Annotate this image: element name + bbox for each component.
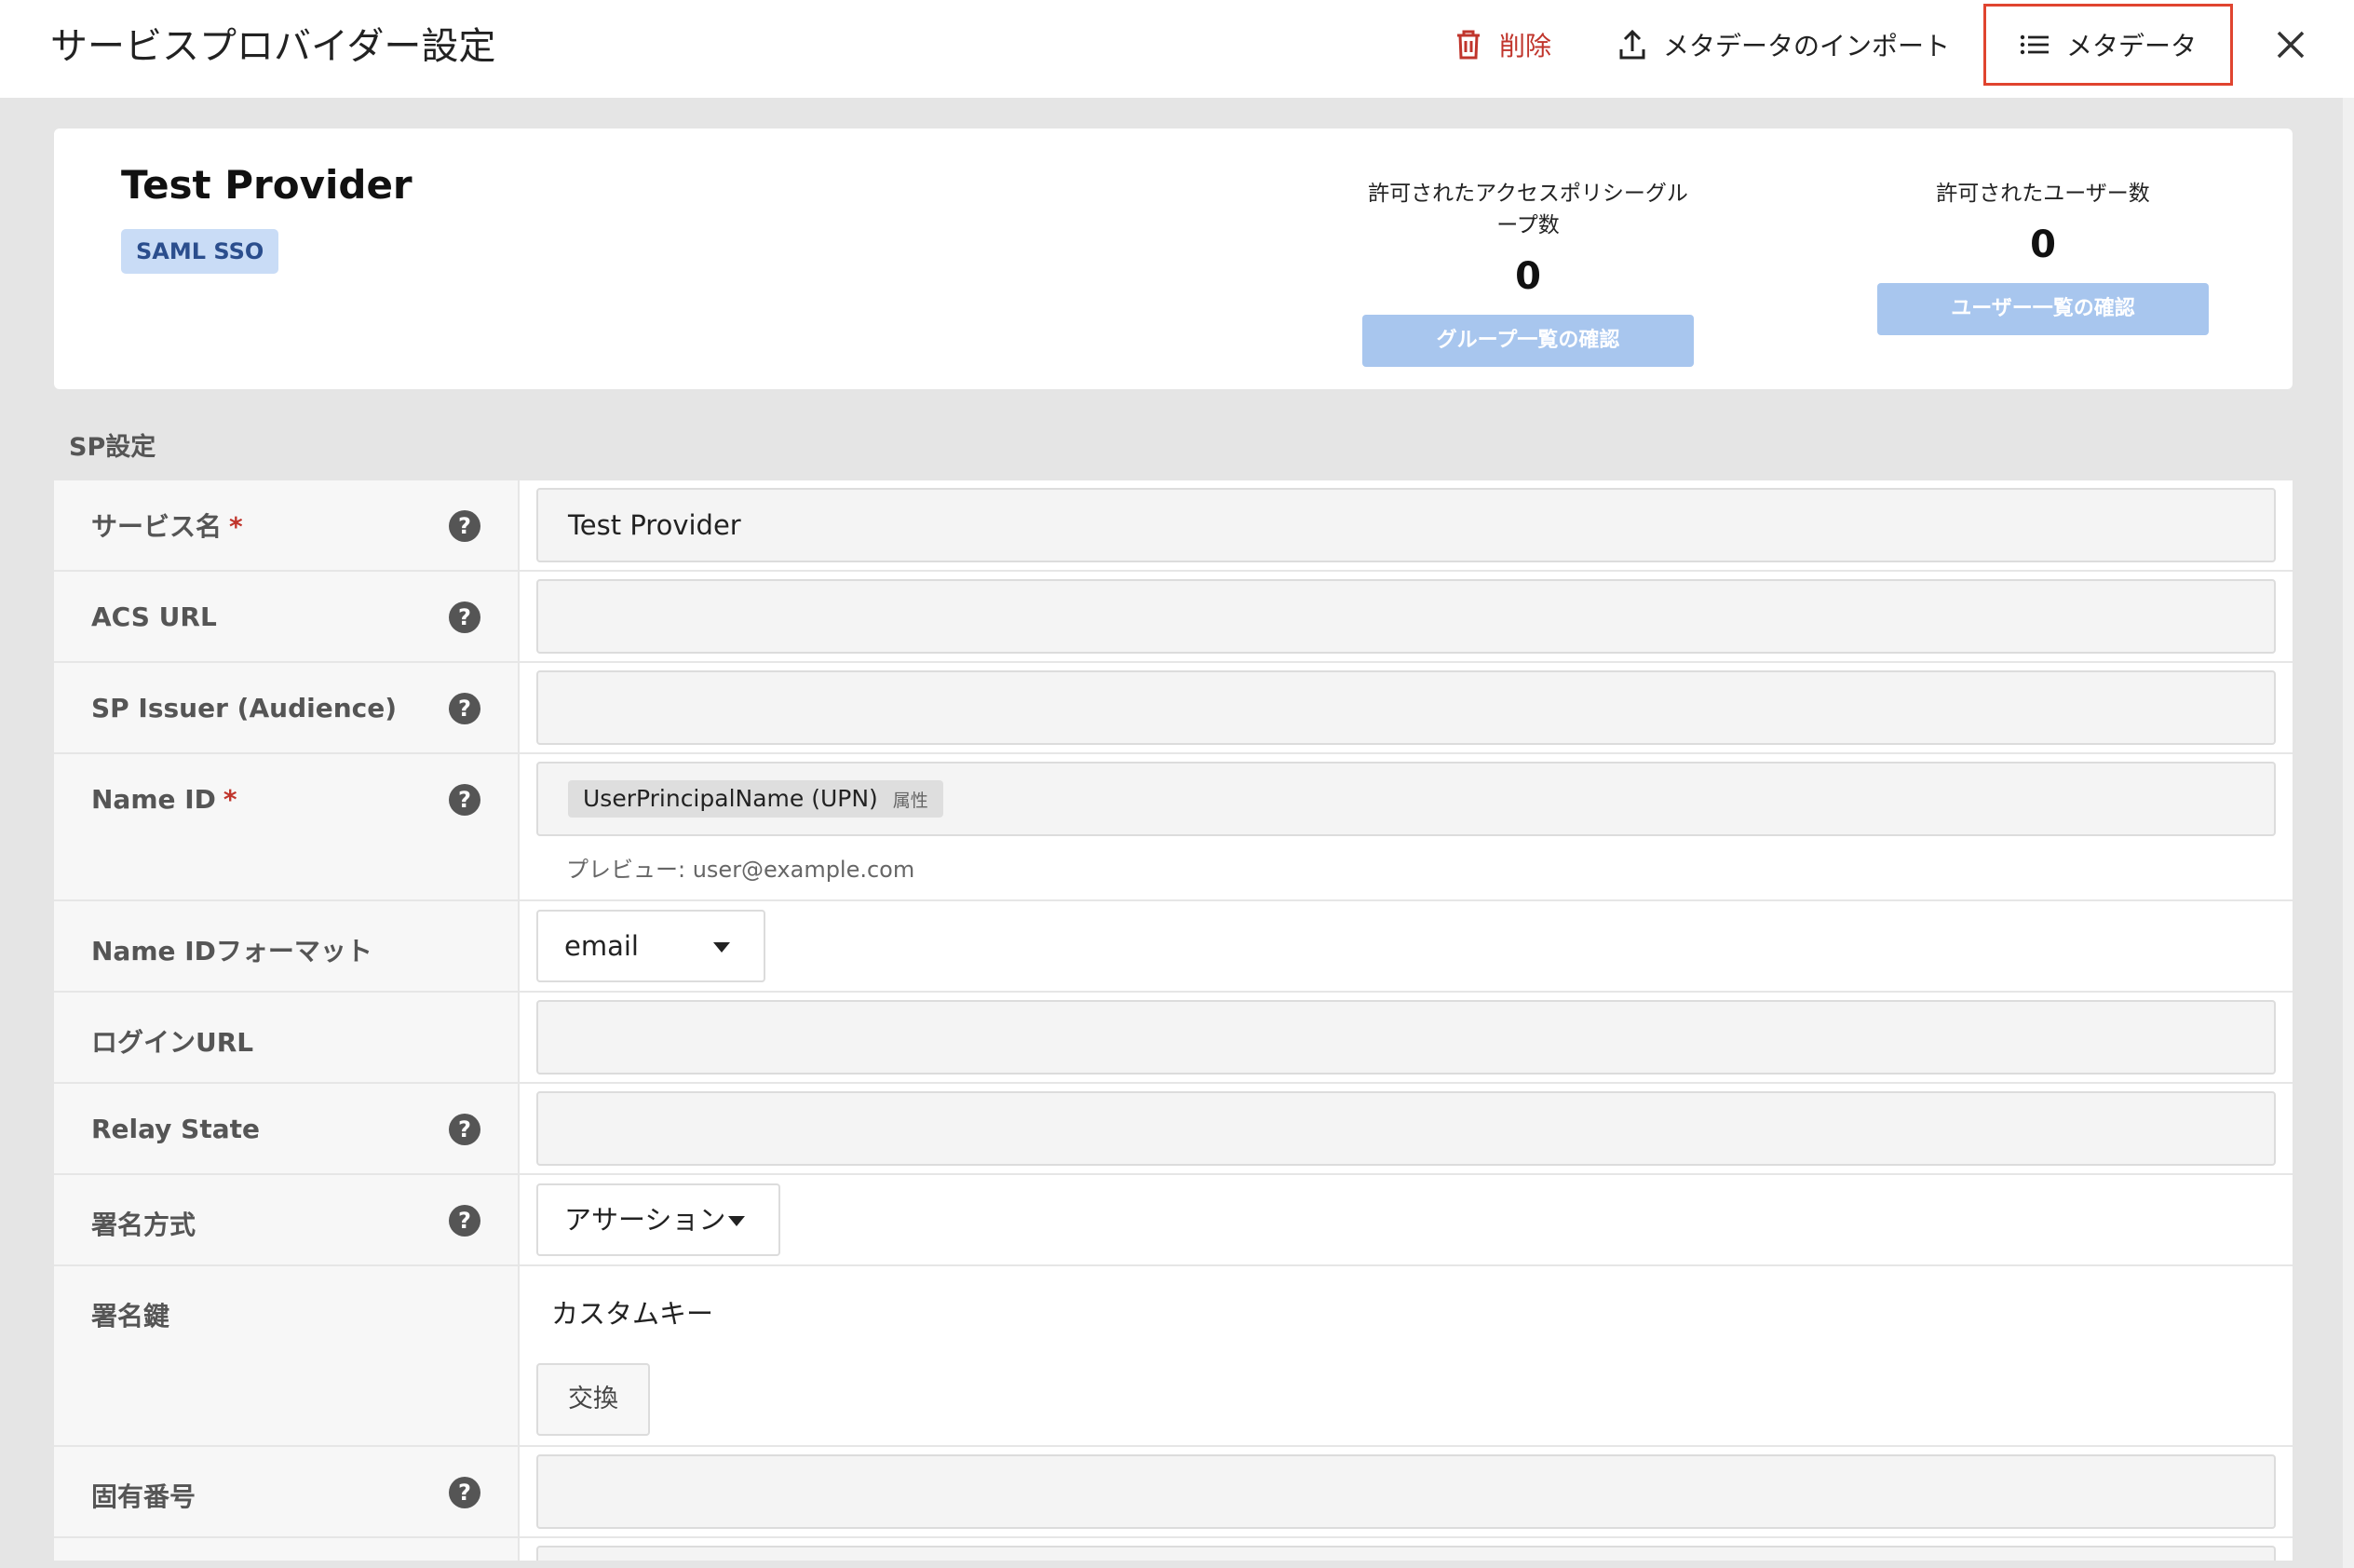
name-id-preview: プレビュー: user@example.com: [566, 857, 915, 883]
help-icon[interactable]: ?: [449, 1114, 480, 1145]
users-stat: 許可されたユーザー数 0 ユーザー一覧の確認: [1877, 175, 2209, 335]
users-stat-label: 許可されたユーザー数: [1936, 182, 2150, 206]
sp-settings-form: サービス名 * ? Test Provider ACS URL ? SP Issu…: [54, 480, 2293, 1561]
row-name-id: Name ID * ? UserPrincipalName (UPN) 属性 プレビ…: [54, 754, 2293, 901]
name-id-format-label: Name IDフォーマット: [91, 936, 372, 966]
groups-stat-value: 0: [1515, 255, 1541, 298]
signing-key-label: 署名鍵: [91, 1301, 170, 1331]
help-icon[interactable]: ?: [449, 1205, 480, 1237]
signing-key-value: カスタムキー: [551, 1298, 714, 1330]
caret-down-icon: [713, 942, 730, 953]
users-stat-value: 0: [2030, 223, 2056, 266]
unique-number-label: 固有番号: [91, 1481, 196, 1512]
service-name-label: サービス名 *: [91, 511, 243, 542]
help-icon[interactable]: ?: [449, 602, 480, 633]
view-users-button[interactable]: ユーザー一覧の確認: [1877, 283, 2209, 335]
provider-title: Test Provider: [121, 162, 413, 208]
row-sp-issuer: SP Issuer (Audience) ?: [54, 663, 2293, 754]
view-groups-button[interactable]: グループ一覧の確認: [1362, 315, 1694, 367]
row-signing-key: 署名鍵 カスタムキー 交換: [54, 1266, 2293, 1447]
close-button[interactable]: [2268, 22, 2313, 67]
sp-issuer-input[interactable]: [536, 670, 2276, 745]
trash-icon: [1457, 30, 1480, 60]
row-acs-url: ACS URL ?: [54, 572, 2293, 663]
attribute-chip[interactable]: UserPrincipalName (UPN) 属性: [568, 780, 943, 818]
list-icon: [2020, 34, 2049, 55]
import-label: メタデータのインポート: [1663, 31, 1951, 61]
relay-state-label: Relay State: [91, 1114, 261, 1144]
groups-stat: 許可されたアクセスポリシーグループ数 0 グループ一覧の確認: [1362, 175, 1694, 367]
row-signature-method: 署名方式 ? アサーション: [54, 1175, 2293, 1266]
row-relay-state: Relay State ?: [54, 1084, 2293, 1175]
relay-state-input[interactable]: [536, 1091, 2276, 1166]
swap-key-button[interactable]: 交換: [536, 1363, 650, 1436]
row-login-url: ログインURL: [54, 993, 2293, 1084]
name-id-label: Name ID *: [91, 784, 237, 815]
name-id-input[interactable]: UserPrincipalName (UPN) 属性: [536, 762, 2276, 836]
signature-method-label: 署名方式: [91, 1210, 196, 1240]
unique-number-input[interactable]: [536, 1454, 2276, 1529]
row-next-partial: [54, 1538, 2293, 1561]
help-icon[interactable]: ?: [449, 693, 480, 724]
acs-url-label: ACS URL: [91, 602, 217, 632]
upload-icon: [1619, 29, 1645, 60]
summary-card: Test Provider SAML SSO 許可されたアクセスポリシーグループ…: [54, 128, 2293, 389]
protocol-badge: SAML SSO: [121, 229, 279, 274]
login-url-input[interactable]: [536, 1000, 2276, 1075]
help-icon[interactable]: ?: [449, 784, 480, 816]
metadata-button[interactable]: メタデータ: [1983, 4, 2233, 86]
service-name-input[interactable]: Test Provider: [536, 488, 2276, 562]
page-title: サービスプロバイダー設定: [50, 25, 496, 68]
close-icon: [2277, 31, 2305, 59]
import-metadata-button[interactable]: メタデータのインポート: [1618, 20, 1950, 69]
sp-issuer-label: SP Issuer (Audience): [91, 693, 398, 723]
required-mark: *: [229, 511, 243, 542]
delete-button[interactable]: 削除: [1454, 20, 1551, 69]
row-unique-number: 固有番号 ?: [54, 1447, 2293, 1538]
delete-label: 削除: [1499, 31, 1552, 61]
top-bar: サービスプロバイダー設定 削除 メタデータのインポート メタデータ: [0, 0, 2354, 98]
acs-url-input[interactable]: [536, 579, 2276, 654]
metadata-label: メタデータ: [2066, 31, 2198, 61]
required-mark: *: [223, 784, 237, 815]
login-url-label: ログインURL: [91, 1027, 254, 1058]
row-name-id-format: Name IDフォーマット email: [54, 901, 2293, 993]
signature-method-select[interactable]: アサーション: [536, 1183, 780, 1256]
scrollbar[interactable]: [2343, 98, 2354, 1568]
name-id-format-select[interactable]: email: [536, 910, 765, 982]
help-icon[interactable]: ?: [449, 510, 480, 542]
caret-down-icon: [728, 1216, 745, 1226]
groups-stat-label: 許可されたアクセスポリシーグループ数: [1368, 182, 1688, 237]
row-service-name: サービス名 * ? Test Provider: [54, 480, 2293, 572]
help-icon[interactable]: ?: [449, 1477, 480, 1508]
next-input-partial[interactable]: [536, 1546, 2276, 1561]
section-label: SP設定: [69, 433, 156, 462]
